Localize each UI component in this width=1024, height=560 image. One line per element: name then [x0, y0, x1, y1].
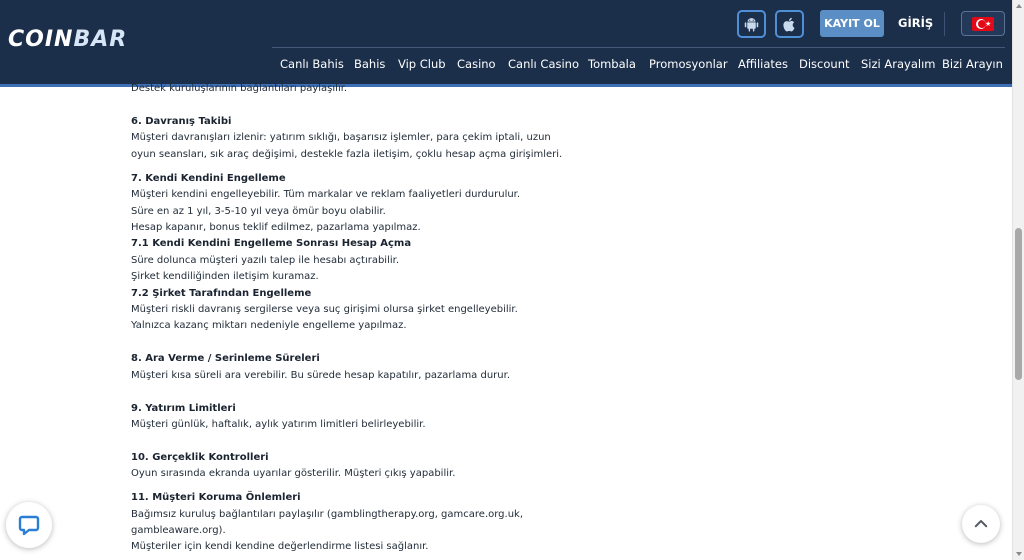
- scroll-up-arrow-icon[interactable]: [1016, 4, 1022, 8]
- login-button[interactable]: GİRİŞ: [898, 16, 933, 30]
- nav-item-promosyonlar[interactable]: Promosyonlar: [649, 57, 728, 71]
- scroll-to-top-button[interactable]: [962, 505, 1000, 543]
- android-app-button[interactable]: [737, 10, 766, 38]
- nav-item-sizi-arayalim[interactable]: Sizi Arayalım: [861, 57, 935, 71]
- section-heading: 6. Davranış Takibi: [131, 116, 232, 127]
- content-text: oyun seansları, sık araç değişimi, deste…: [131, 149, 563, 160]
- header-divider: [944, 12, 945, 36]
- nav-item-bahis[interactable]: Bahis: [354, 57, 385, 71]
- content-text: Destek kuruluşlarının bağlantıları payla…: [131, 83, 348, 94]
- nav-item-tombala[interactable]: Tombala: [588, 57, 636, 71]
- scrollbar-thumb[interactable]: [1015, 228, 1022, 380]
- nav-item-discount[interactable]: Discount: [799, 57, 850, 71]
- live-chat-button[interactable]: [6, 502, 52, 548]
- main-nav: Canlı Bahis Bahis Vip Club Casino Canlı …: [272, 57, 1012, 75]
- coinbar-logo[interactable]: COINBAR: [8, 27, 127, 52]
- content-text: gambleaware.org).: [131, 525, 226, 536]
- content-text: Bağımsız kuruluş bağlantıları paylaşılır…: [131, 509, 524, 520]
- chevron-up-icon: [974, 520, 988, 528]
- content-text: Şirket kendiliğinden iletişim kuramaz.: [131, 271, 319, 282]
- content-text: Müşteriler için kendi kendine değerlendi…: [131, 541, 429, 552]
- content-text: Müşteri riskli davranış sergilerse veya …: [131, 304, 518, 315]
- content-text: Süre en az 1 yıl, 3-5-10 yıl veya ömür b…: [131, 206, 386, 217]
- language-selector[interactable]: ★: [961, 11, 1005, 36]
- content-text: Müşteri davranışları izlenir: yatırım sı…: [131, 132, 551, 143]
- section-heading: 8. Ara Verme / Serinleme Süreleri: [131, 353, 320, 364]
- section-heading: 11. Müşteri Koruma Önlemleri: [131, 492, 301, 503]
- content-text: Müşteri kısa süreli ara verebilir. Bu sü…: [131, 370, 510, 381]
- nav-item-vip-club[interactable]: Vip Club: [398, 57, 446, 71]
- content-text: Müşteri kendini engelleyebilir. Tüm mark…: [131, 189, 521, 200]
- site-header: COINBAR KAYIT OL GİRİŞ ★ Canlı Bahis Bah…: [0, 0, 1012, 84]
- chat-bubble-icon: [18, 515, 40, 536]
- logo-text-coin: COIN: [8, 27, 74, 52]
- nav-item-affiliates[interactable]: Affiliates: [738, 57, 788, 71]
- content-text: Müşteri günlük, haftalık, aylık yatırım …: [131, 419, 426, 430]
- content-text: Süre dolunca müşteri yazılı talep ile he…: [131, 255, 400, 266]
- content-text: Yalnızca kazanç miktarı nedeniyle engell…: [131, 320, 407, 331]
- apple-icon: [783, 17, 795, 31]
- section-heading: 10. Gerçeklik Kontrolleri: [131, 452, 269, 463]
- content-text: Oyun sırasında ekranda uyarılar gösteril…: [131, 468, 456, 479]
- nav-item-canli-casino[interactable]: Canlı Casino: [508, 57, 579, 71]
- register-button[interactable]: KAYIT OL: [820, 10, 884, 37]
- logo-text-bar: BAR: [73, 27, 128, 52]
- section-heading: 9. Yatırım Limitleri: [131, 403, 236, 414]
- nav-item-canli-bahis[interactable]: Canlı Bahis: [280, 57, 344, 71]
- section-heading: 7.2 Şirket Tarafından Engelleme: [131, 288, 312, 299]
- content-text: Hesap kapanır, bonus teklif edilmez, paz…: [131, 222, 421, 233]
- android-icon: [744, 17, 759, 32]
- turkey-flag-icon: ★: [972, 16, 994, 31]
- section-heading: 7. Kendi Kendini Engelleme: [131, 173, 286, 184]
- page-scrollbar[interactable]: [1012, 0, 1024, 560]
- scroll-down-arrow-icon[interactable]: [1016, 552, 1022, 556]
- nav-item-bizi-arayin[interactable]: Bizi Arayın: [942, 57, 1003, 71]
- nav-item-casino[interactable]: Casino: [457, 57, 496, 71]
- section-heading: 7.1 Kendi Kendini Engelleme Sonrası Hesa…: [131, 238, 412, 249]
- ios-app-button[interactable]: [775, 10, 804, 38]
- nav-divider: [272, 47, 1005, 48]
